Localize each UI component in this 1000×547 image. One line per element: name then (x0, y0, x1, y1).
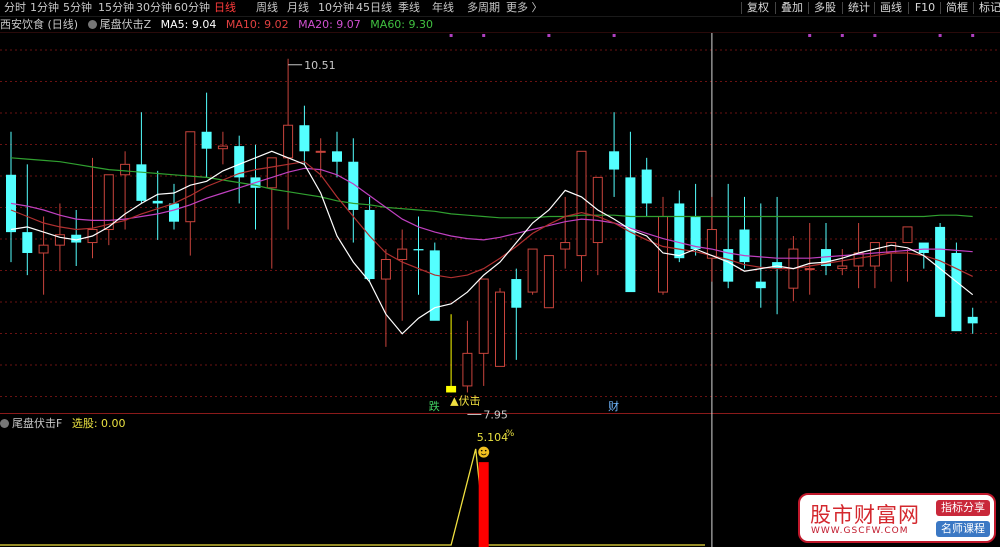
candle-body-up (462, 352, 473, 387)
ma5-line (10, 150, 974, 335)
top-marker (971, 34, 975, 37)
smiley-icon (478, 446, 490, 458)
sub-peak-unit: % (506, 429, 515, 439)
tag-die: 跌 (429, 399, 440, 413)
candle-body-down (136, 164, 147, 201)
candle-body-down (772, 262, 783, 269)
kline-chart[interactable]: 10.51 7.95▲伏击跌 财 5.104% (0, 0, 1000, 547)
candle-body-down (169, 203, 179, 222)
candle-body-signal (446, 385, 457, 393)
candle-body-up (38, 244, 49, 254)
top-marker (873, 34, 877, 37)
tag-cai: 财 (608, 399, 619, 413)
top-marker (482, 34, 486, 37)
top-marker (840, 34, 844, 37)
logo-text: 股市财富网 (810, 503, 920, 527)
top-marker (808, 34, 812, 37)
sub-signal-bar (478, 462, 489, 547)
candle-body-down (152, 200, 163, 204)
candle-body-down (755, 281, 766, 289)
top-marker (612, 34, 616, 37)
candle-body-down (22, 232, 33, 253)
smiley-eye-icon (480, 449, 483, 452)
ma60-line (10, 157, 973, 219)
candle-body-down (364, 209, 375, 280)
top-marker (938, 34, 942, 37)
candle-body-down (201, 131, 212, 149)
candle-body-down (641, 169, 652, 204)
high-label: 10.51 (304, 59, 336, 72)
candle-body-up (543, 255, 554, 309)
top-marker (547, 34, 551, 37)
candle-body-up (478, 278, 489, 354)
signal-label: ▲伏击 (450, 393, 480, 407)
candle-body-up (315, 150, 326, 153)
candle-body-up (837, 265, 848, 270)
candle-body-down (739, 229, 750, 263)
candle-body-up (527, 248, 538, 293)
candle-body-down (413, 249, 424, 251)
candle-body-down (511, 279, 522, 308)
candle-body-up (804, 268, 815, 271)
smiley-eye-icon (484, 449, 487, 452)
candle-body-up (266, 157, 277, 189)
candle-body-up (560, 242, 571, 250)
candle-body-up (380, 258, 391, 280)
low-label: 7.95 (483, 408, 508, 421)
sub-indicator-line (0, 448, 705, 546)
candle-body-down (299, 125, 310, 152)
candle-body-up (283, 124, 294, 159)
candle-body-up (495, 291, 505, 367)
site-logo: 股市财富网 WWW.GSCFW.COM 指标分享 名师课程 (798, 493, 996, 543)
candle-body-up (902, 226, 913, 244)
candle-body-up (217, 145, 228, 150)
candle-body-up (576, 150, 587, 257)
candle-body-up (120, 163, 131, 176)
candle-body-down (609, 151, 620, 170)
candle-body-down (967, 316, 978, 324)
logo-url: WWW.GSCFW.COM (811, 526, 909, 536)
ma20-line (10, 167, 973, 259)
candle-body-down (332, 151, 342, 162)
candle-body-up (658, 215, 668, 293)
candle-body-down (918, 242, 929, 253)
candle-body-down (690, 216, 701, 250)
badge-course: 名师课程 (936, 521, 990, 537)
candle-body-up (103, 174, 114, 231)
top-marker (449, 34, 453, 37)
candle-body-down (625, 177, 636, 293)
candle-body-down (951, 252, 962, 332)
badge-share: 指标分享 (936, 500, 990, 516)
candle-body-up (397, 248, 408, 260)
candle-body-up (869, 242, 880, 267)
sub-peak-value: 5.104 (477, 431, 509, 444)
